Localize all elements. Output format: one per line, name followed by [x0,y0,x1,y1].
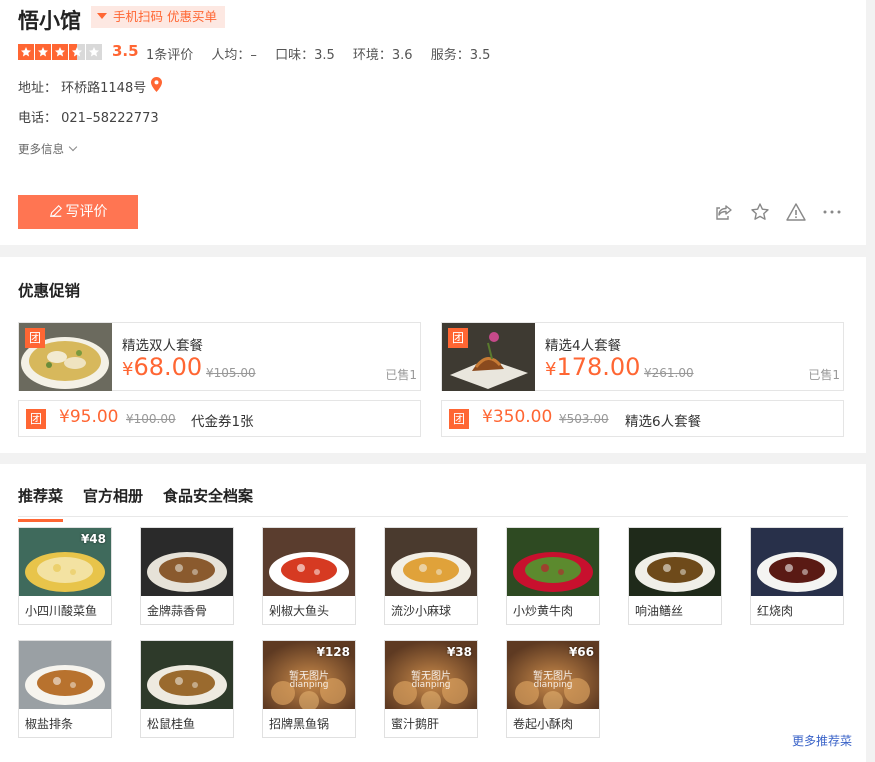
voucher-name: 精选6人套餐 [625,414,702,430]
dish-item[interactable]: 暂无图片 dianping ¥66 卷起小酥肉 [506,640,600,738]
dish-item[interactable]: ¥48 小四川酸菜鱼 [18,527,112,625]
deal-price: ¥68.00 [122,353,203,381]
voucher-original-price: ¥100.00 [126,412,176,426]
dish-photo [141,641,233,709]
dish-price: ¥38 [446,645,472,659]
dishes-card: 推荐菜 官方相册 食品安全档案 ¥48 小四川酸菜鱼 金牌蒜香骨 剁椒大鱼头 流沙小麻球… [0,464,866,762]
rating-score: 3.5 [112,42,139,60]
star-icon [35,44,51,60]
more-info-label: 更多信息 [18,142,64,156]
star-rating [18,44,102,60]
deal-original-price: ¥261.00 [644,366,694,380]
dish-photo [629,528,721,596]
more-options-icon[interactable] [822,202,842,222]
deal-item[interactable]: 团 精选4人套餐 ¥178.00 ¥261.00 已售1 [441,322,844,391]
deal-item[interactable]: 团 精选双人套餐 ¥68.00 ¥105.00 已售1 [18,322,421,391]
dish-item[interactable]: 椒盐排条 [18,640,112,738]
dish-item[interactable]: 小炒黄牛肉 [506,527,600,625]
dish-photo [751,528,843,596]
voucher-item[interactable]: 团 ¥95.00 ¥100.00 代金券1张 [18,400,421,437]
tuan-badge: 团 [448,328,468,348]
dish-price: ¥48 [80,532,106,546]
voucher-item[interactable]: 团 ¥350.00 ¥503.00 精选6人套餐 [441,400,844,437]
scan-pay-label: 手机扫码 优惠买单 [113,9,217,24]
service-score: 服务：3.5 [430,48,491,63]
star-empty-icon [86,44,102,60]
star-icon [52,44,68,60]
write-review-label: 写评价 [65,204,108,220]
share-icon[interactable] [714,202,734,222]
dish-name: 小四川酸菜鱼 [25,604,98,618]
voucher-original-price: ¥503.00 [559,412,609,426]
dish-photo [385,528,477,596]
review-count[interactable]: 1条评价 [146,48,193,63]
promotions-card: 优惠促销 团 精选双人套餐 ¥68.00 ¥105.00 已售1 团 精选4人套… [0,257,866,453]
dish-item[interactable]: 暂无图片 dianping ¥128 招牌黑鱼锅 [262,640,356,738]
deal-image: 团 [19,323,112,391]
dish-name: 蜜汁鹅肝 [391,717,440,731]
star-favorite-icon[interactable] [750,202,770,222]
dish-name: 金牌蒜香骨 [147,604,208,618]
deal-image: 团 [442,323,535,391]
address: 地址： 环桥路1148号 [18,81,147,96]
dish-photo [507,528,599,596]
dish-name: 招牌黑鱼锅 [269,717,330,731]
tuan-badge: 团 [26,409,46,429]
dish-item[interactable]: 红烧肉 [750,527,844,625]
map-pin-icon[interactable] [151,77,162,92]
voucher-name: 代金券1张 [191,414,254,430]
deal-sold-count: 已售1 [808,368,840,382]
dish-item[interactable]: 松鼠桂鱼 [140,640,234,738]
avg-price: 人均：– [211,48,257,63]
write-review-button[interactable]: 写评价 [18,195,138,229]
shop-info-card: 悟小馆 手机扫码 优惠买单 3.5 1条评价 人均：– 口味：3.5 环境：3.… [0,0,866,245]
report-warning-icon[interactable] [786,202,806,222]
tabs-divider [18,516,848,517]
placeholder-subtext: dianping [533,680,573,690]
deal-sold-count: 已售1 [385,368,417,382]
dish-price: ¥66 [568,645,594,659]
taste-score: 口味：3.5 [275,48,335,63]
dish-name: 卷起小酥肉 [513,717,574,731]
tuan-badge: 团 [449,409,469,429]
dish-item[interactable]: 暂无图片 dianping ¥38 蜜汁鹅肝 [384,640,478,738]
deal-price: ¥178.00 [545,353,641,381]
more-info-toggle[interactable]: 更多信息 [18,141,78,157]
dish-name: 剁椒大鱼头 [269,604,330,618]
dish-item[interactable]: 剁椒大鱼头 [262,527,356,625]
voucher-price: ¥95.00 [59,407,119,427]
scan-pay-tag[interactable]: 手机扫码 优惠买单 [91,6,225,28]
phone: 电话： 021–58222773 [18,111,159,126]
dish-photo [141,528,233,596]
tuan-badge: 团 [25,328,45,348]
deal-name: 精选双人套餐 [122,338,203,354]
pencil-icon [49,204,62,218]
dish-item[interactable]: 流沙小麻球 [384,527,478,625]
deal-original-price: ¥105.00 [206,366,256,380]
dish-photo [263,528,355,596]
dish-name: 小炒黄牛肉 [513,604,574,618]
dish-name: 松鼠桂鱼 [147,717,196,731]
dish-name: 响油鳝丝 [635,604,684,618]
dish-price: ¥128 [316,645,350,659]
more-dishes-link[interactable]: 更多推荐菜 [792,732,852,749]
dish-item[interactable]: 金牌蒜香骨 [140,527,234,625]
placeholder-subtext: dianping [289,680,329,690]
dish-name: 流沙小麻球 [391,604,452,618]
shop-name: 悟小馆 [18,9,81,33]
dish-name: 椒盐排条 [25,717,74,731]
deal-name: 精选4人套餐 [545,338,622,354]
dish-photo [19,641,111,709]
environment-score: 环境：3.6 [352,48,413,63]
dish-name: 红烧肉 [757,604,794,618]
triangle-down-icon [97,13,107,19]
rating-metrics: 1条评价 人均：– 口味：3.5 环境：3.6 服务：3.5 [146,44,504,63]
star-half-icon [69,44,85,60]
placeholder-subtext: dianping [411,680,451,690]
chevron-down-icon [68,142,78,152]
promotions-title: 优惠促销 [18,282,81,300]
dish-item[interactable]: 响油鳝丝 [628,527,722,625]
star-icon [18,44,34,60]
voucher-price: ¥350.00 [482,407,553,427]
